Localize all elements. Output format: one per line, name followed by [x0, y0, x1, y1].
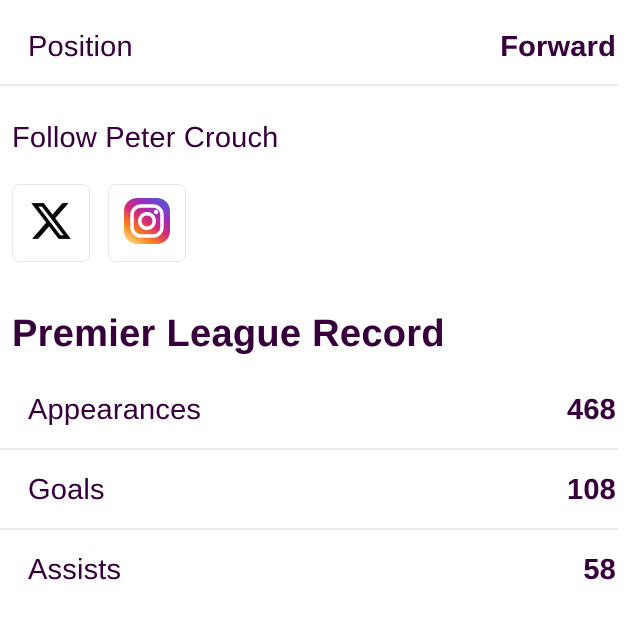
- stat-label: Assists: [28, 553, 122, 586]
- stat-label: Goals: [28, 473, 105, 506]
- instagram-icon: [122, 196, 172, 251]
- divider: [0, 84, 618, 86]
- follow-title: Follow Peter Crouch: [12, 122, 279, 154]
- divider: [0, 448, 618, 450]
- position-row: Position Forward: [0, 18, 618, 76]
- position-value: Forward: [500, 30, 616, 63]
- x-icon: [29, 199, 73, 248]
- stat-row-appearances: Appearances 468: [0, 381, 618, 439]
- stat-row-goals: Goals 108: [0, 461, 618, 519]
- stat-label: Appearances: [28, 393, 202, 426]
- stat-row-assists: Assists 58: [0, 541, 618, 599]
- x-social-button[interactable]: [12, 184, 90, 262]
- stat-value: 468: [567, 393, 616, 426]
- record-title: Premier League Record: [12, 313, 445, 355]
- stat-value: 58: [583, 553, 616, 586]
- position-label: Position: [28, 30, 133, 63]
- instagram-social-button[interactable]: [108, 184, 186, 262]
- divider: [0, 528, 618, 530]
- stat-value: 108: [567, 473, 616, 506]
